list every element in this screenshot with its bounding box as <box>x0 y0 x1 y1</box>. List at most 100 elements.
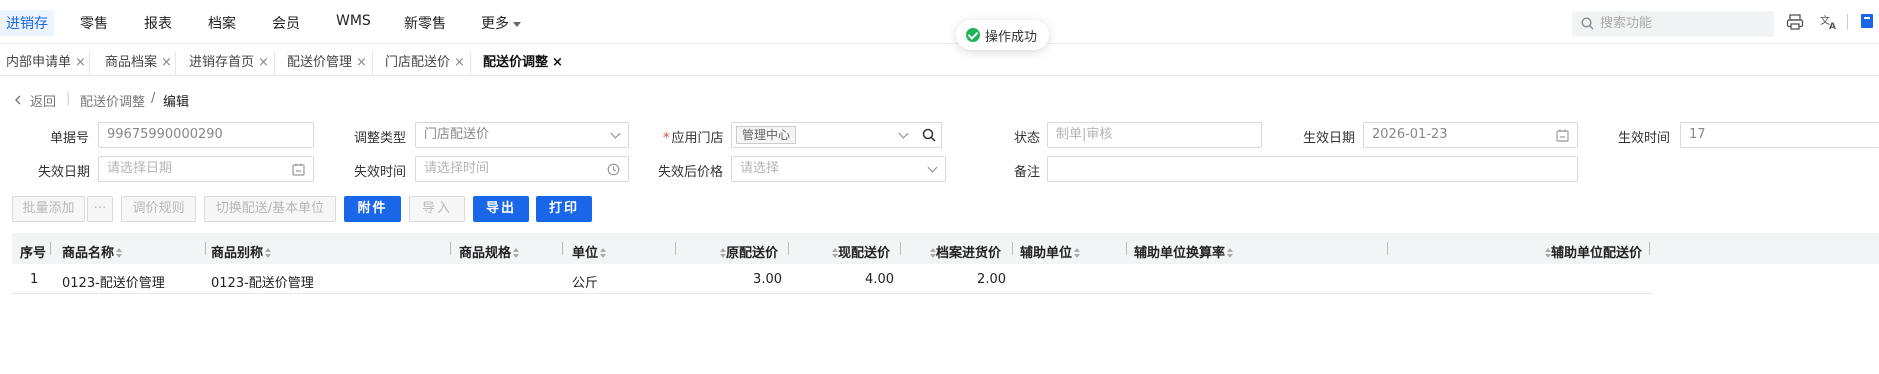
switch-unit-button[interactable]: 切换配送/基本单位 <box>204 196 336 222</box>
sort-icon <box>265 248 272 258</box>
expire-time-placeholder: 请选择时间 <box>424 161 490 176</box>
toolbar-divider <box>1847 14 1848 30</box>
col-divider[interactable] <box>788 242 789 255</box>
col-aux-price[interactable]: 辅助单位配送价 <box>1543 242 1642 261</box>
tab-delivery-price-adjust[interactable]: 配送价调整 × <box>477 52 569 76</box>
col-file-price[interactable]: 档案进货价 <box>928 242 1001 261</box>
store-search-button[interactable] <box>916 122 942 148</box>
col-aux-price-label: 辅助单位配送价 <box>1551 246 1643 261</box>
nav-retail[interactable]: 零售 <box>80 13 108 33</box>
sort-icon <box>832 248 838 258</box>
sort-icon <box>513 248 520 258</box>
col-aux-unit[interactable]: 辅助单位 <box>1020 242 1081 261</box>
col-new-price[interactable]: 现配送价 <box>830 242 890 261</box>
close-icon[interactable]: × <box>75 55 86 70</box>
price-rule-button[interactable]: 调价规则 <box>121 196 196 222</box>
doc-no-label: 单据号 <box>50 131 90 146</box>
store-label: * 应用门店 <box>663 127 724 146</box>
store-label-text: 应用门店 <box>671 131 724 146</box>
cell-orig-price: 3.00 <box>753 272 782 287</box>
user-manual-icon[interactable] <box>1860 13 1874 29</box>
col-unit[interactable]: 单位 <box>572 242 607 261</box>
tab-product-archive[interactable]: 商品档案 × <box>99 52 176 76</box>
toast-message: 操作成功 <box>985 29 1038 45</box>
nav-archives[interactable]: 档案 <box>208 13 236 33</box>
col-divider[interactable] <box>900 242 901 255</box>
tab-store-delivery-price[interactable]: 门店配送价 × <box>379 52 471 76</box>
expire-time-label: 失效时间 <box>354 165 407 180</box>
batch-add-button[interactable]: 批量添加 <box>12 196 85 222</box>
close-icon[interactable]: × <box>258 55 269 70</box>
back-link[interactable]: 返回 <box>30 91 56 110</box>
col-product-alias[interactable]: 商品别称 <box>211 242 272 261</box>
remark-label: 备注 <box>1014 165 1041 180</box>
translate-icon[interactable]: 文A <box>1820 13 1838 31</box>
store-tag: 管理中心 <box>736 126 797 144</box>
more-options-button[interactable]: ··· <box>87 196 113 222</box>
export-button[interactable]: 导出 <box>473 196 529 222</box>
nav-inventory[interactable]: 进销存 <box>0 10 54 36</box>
after-price-placeholder: 请选择 <box>740 161 780 176</box>
status-label: 状态 <box>1014 131 1041 146</box>
close-icon[interactable]: × <box>552 55 563 70</box>
close-icon[interactable]: × <box>356 55 367 70</box>
required-mark: * <box>663 131 670 146</box>
search-icon <box>1581 17 1594 30</box>
top-nav-bar: 进销存 零售 报表 档案 会员 WMS 新零售 更多 搜索功能 文A <box>0 0 1879 44</box>
col-divider[interactable] <box>675 242 676 255</box>
tab-label: 内部申请单 <box>6 55 72 70</box>
adjust-type-select[interactable]: 门店配送价 <box>415 122 629 148</box>
after-price-select[interactable]: 请选择 <box>731 156 946 182</box>
col-divider[interactable] <box>562 242 563 255</box>
remark-input[interactable] <box>1047 156 1578 182</box>
col-product-name[interactable]: 商品名称 <box>62 242 123 261</box>
calendar-icon <box>1556 129 1569 142</box>
nav-new-retail[interactable]: 新零售 <box>404 13 446 33</box>
col-divider[interactable] <box>450 242 451 255</box>
col-divider[interactable] <box>1387 242 1388 255</box>
function-search-input[interactable]: 搜索功能 <box>1572 11 1774 37</box>
doc-no-field[interactable]: 99675990000290 <box>98 122 314 148</box>
nav-more[interactable]: 更多 <box>481 13 521 33</box>
col-unit-label: 单位 <box>572 246 599 261</box>
cell-product-alias: 0123-配送价管理 <box>211 276 314 291</box>
tab-inventory-home[interactable]: 进销存首页 × <box>183 52 275 76</box>
chevron-left-icon[interactable] <box>14 95 22 105</box>
col-spec[interactable]: 商品规格 <box>459 242 520 261</box>
col-aux-unit-label: 辅助单位 <box>1020 246 1073 261</box>
after-price-label: 失效后价格 <box>658 165 724 180</box>
col-spec-label: 商品规格 <box>459 246 512 261</box>
col-orig-price[interactable]: 原配送价 <box>718 242 778 261</box>
effective-time-picker[interactable]: 17 <box>1680 122 1879 148</box>
close-icon[interactable]: × <box>161 55 172 70</box>
tab-delivery-price-mgmt[interactable]: 配送价管理 × <box>281 52 373 76</box>
printer-icon[interactable] <box>1786 13 1804 31</box>
breadcrumb-parent[interactable]: 配送价调整 <box>80 91 145 110</box>
attachment-button[interactable]: 附件 <box>344 196 401 222</box>
nav-wms[interactable]: WMS <box>336 13 371 29</box>
tab-internal-request[interactable]: 内部申请单 × <box>0 52 90 76</box>
col-aux-rate[interactable]: 辅助单位换算率 <box>1134 242 1234 261</box>
close-icon[interactable]: × <box>454 55 465 70</box>
col-divider[interactable] <box>1126 242 1127 255</box>
nav-members[interactable]: 会员 <box>272 13 300 33</box>
expire-time-picker[interactable]: 请选择时间 <box>415 156 629 182</box>
col-divider[interactable] <box>1649 242 1650 255</box>
col-divider[interactable] <box>205 242 206 255</box>
expire-date-picker[interactable]: 请选择日期 <box>98 156 314 182</box>
cell-seq: 1 <box>30 272 39 287</box>
col-divider[interactable] <box>1012 242 1013 255</box>
col-divider[interactable] <box>50 242 51 255</box>
table-row[interactable]: 1 0123-配送价管理 0123-配送价管理 公斤 3.00 4.00 2.0… <box>12 264 1652 294</box>
col-product-alias-label: 商品别称 <box>211 246 264 261</box>
effective-time-label: 生效时间 <box>1618 131 1671 146</box>
effective-date-picker[interactable]: 2026-01-23 <box>1363 122 1578 148</box>
breadcrumb-divider: | <box>66 91 71 106</box>
import-button[interactable]: 导入 <box>409 196 465 222</box>
print-button[interactable]: 打印 <box>536 196 592 222</box>
table-header: 序号 商品名称 商品别称 商品规格 单位 原配送价 现配送价 档案进货价 辅助单… <box>12 233 1879 264</box>
store-select[interactable]: 管理中心 <box>731 122 917 148</box>
nav-reports[interactable]: 报表 <box>144 13 172 33</box>
tab-label: 进销存首页 <box>189 55 255 70</box>
success-toast: 操作成功 <box>956 20 1050 50</box>
